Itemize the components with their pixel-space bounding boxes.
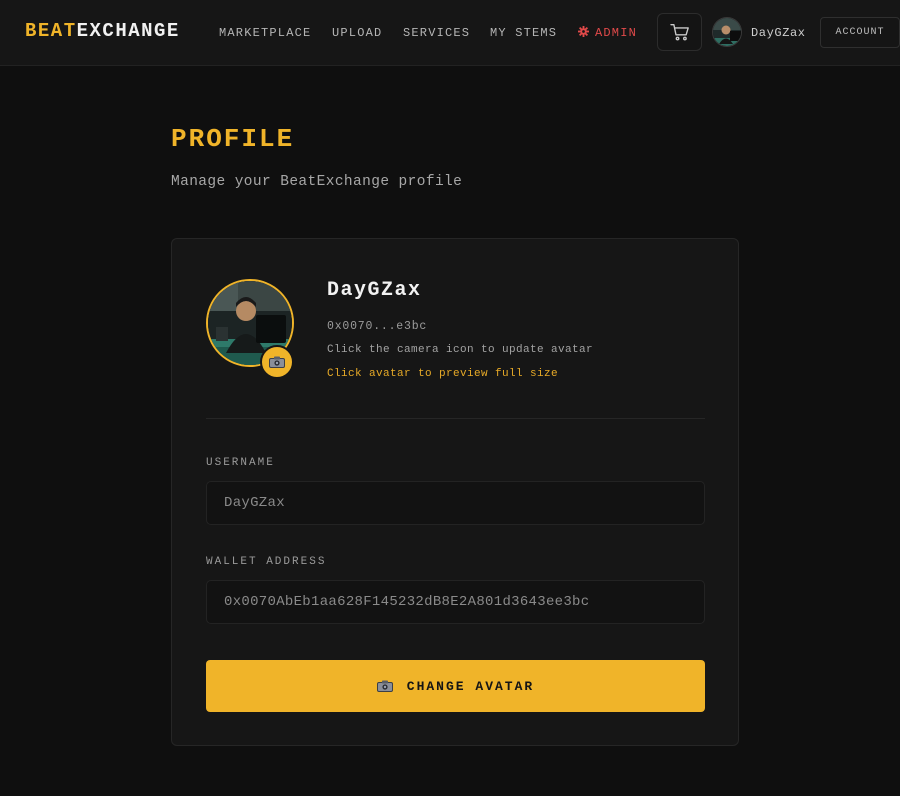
avatar-image [713, 18, 741, 46]
divider [206, 418, 705, 419]
gear-icon [578, 26, 589, 37]
cart-button[interactable] [657, 13, 702, 51]
wallet-address-field[interactable] [206, 580, 705, 624]
camera-icon [376, 680, 393, 692]
nav-marketplace[interactable]: MARKETPLACE [219, 26, 311, 40]
cart-icon [669, 23, 689, 41]
nav-admin-label: ADMIN [595, 26, 638, 40]
account-button[interactable]: ACCOUNT [820, 17, 900, 48]
change-avatar-button[interactable]: CHANGE AVATAR [206, 660, 705, 712]
wallet-address-input[interactable] [224, 594, 687, 610]
avatar-preview-hint: Click avatar to preview full size [327, 368, 559, 380]
top-nav: BEATEXCHANGE MARKETPLACE UPLOAD SERVICES… [0, 0, 900, 66]
camera-icon [269, 356, 285, 368]
username-input[interactable] [224, 495, 687, 511]
logo[interactable]: BEATEXCHANGE [25, 20, 180, 42]
nav-services[interactable]: SERVICES [403, 26, 470, 40]
profile-card: DayGZax 0x0070...e3bc Click the camera i… [171, 238, 739, 746]
avatar-update-hint: Click the camera icon to update avatar [327, 344, 594, 356]
nav-avatar[interactable] [712, 17, 742, 47]
nav-upload[interactable]: UPLOAD [332, 26, 382, 40]
username-field[interactable] [206, 481, 705, 525]
wallet-address-label: WALLET ADDRESS [206, 556, 327, 568]
nav-my-stems[interactable]: MY STEMS [490, 26, 557, 40]
profile-name: DayGZax [327, 279, 422, 302]
page: BEATEXCHANGE MARKETPLACE UPLOAD SERVICES… [0, 0, 900, 796]
nav-admin[interactable]: ADMIN [578, 26, 637, 40]
logo-exchange: EXCHANGE [76, 20, 180, 42]
nav-username[interactable]: DayGZax [751, 26, 806, 40]
logo-beat: BEAT [25, 20, 77, 42]
username-label: USERNAME [206, 457, 275, 469]
page-subtitle: Manage your BeatExchange profile [171, 174, 463, 190]
change-avatar-label: CHANGE AVATAR [406, 678, 535, 694]
short-wallet-address: 0x0070...e3bc [327, 320, 428, 333]
page-title: PROFILE [171, 124, 295, 154]
camera-upload-button[interactable] [260, 345, 294, 379]
